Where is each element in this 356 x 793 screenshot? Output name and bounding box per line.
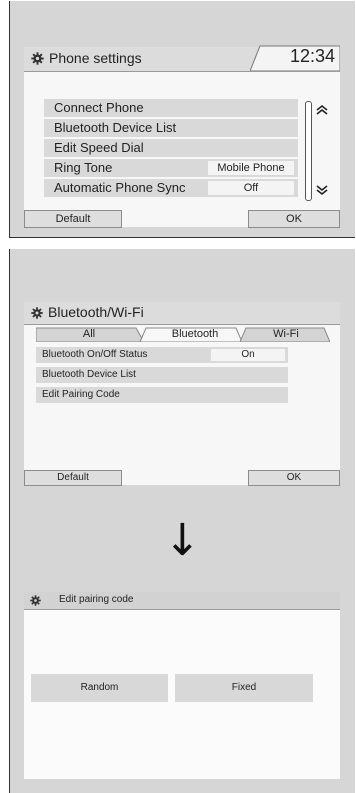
menu-item-label: Edit Pairing Code [42, 389, 120, 400]
bluetooth-wifi-screen: Bluetooth/Wi-Fi All Bluetooth Wi-Fi Blue… [24, 302, 340, 486]
menu-item-edit-pairing-code[interactable]: Edit Pairing Code [36, 387, 288, 403]
bluetooth-panel: Bluetooth/Wi-Fi All Bluetooth Wi-Fi Blue… [9, 249, 355, 793]
ok-button[interactable]: OK [248, 210, 340, 228]
menu-item-bluetooth-device-list[interactable]: Bluetooth Device List [36, 367, 288, 383]
edit-pairing-code-screen: Edit pairing code Random Fixed [24, 592, 340, 779]
page-title: Bluetooth/Wi-Fi [48, 304, 144, 320]
page-title: Edit pairing code [59, 594, 134, 605]
clock: 12:34 [289, 46, 335, 66]
menu-item-label: Bluetooth Device List [54, 120, 177, 135]
down-arrow-icon: ↓ [164, 515, 201, 566]
gear-icon [31, 52, 44, 65]
edit-pairing-titlebar: Edit pairing code [24, 592, 340, 610]
tab-bar: All Bluetooth Wi-Fi [36, 327, 330, 342]
tab-all[interactable]: All [66, 328, 112, 340]
menu-item-bluetooth-device-list[interactable]: Bluetooth Device List [44, 119, 298, 137]
ring-tone-value: Mobile Phone [208, 161, 294, 175]
menu-item-bluetooth-status[interactable]: Bluetooth On/Off Status On [36, 347, 288, 363]
fixed-button[interactable]: Fixed [175, 674, 313, 702]
default-button[interactable]: Default [24, 470, 122, 486]
menu-item-label: Bluetooth Device List [42, 369, 136, 380]
ok-button[interactable]: OK [248, 470, 340, 486]
phone-settings-titlebar: Phone settings 12:34 [24, 45, 340, 72]
menu-item-label: Connect Phone [54, 100, 144, 115]
menu-item-label: Bluetooth On/Off Status [42, 349, 148, 360]
menu-item-ring-tone[interactable]: Ring Tone Mobile Phone [44, 159, 298, 177]
scrollbar[interactable] [305, 101, 312, 201]
phone-sync-value: Off [208, 181, 294, 195]
random-button[interactable]: Random [31, 674, 168, 702]
gear-icon [30, 595, 41, 606]
phone-settings-screen: Phone settings 12:34 Connect Phone Bluet… [24, 45, 340, 228]
menu-item-label: Ring Tone [54, 160, 113, 175]
tab-wifi[interactable]: Wi-Fi [258, 328, 314, 340]
double-chevron-down-icon[interactable] [316, 184, 328, 196]
menu-item-connect-phone[interactable]: Connect Phone [44, 99, 298, 117]
gear-icon [31, 307, 43, 319]
page-title: Phone settings [49, 50, 142, 66]
menu-item-label: Edit Speed Dial [54, 140, 144, 155]
bluetooth-wifi-titlebar: Bluetooth/Wi-Fi [24, 302, 340, 325]
double-chevron-up-icon[interactable] [316, 104, 328, 116]
phone-settings-panel: Phone settings 12:34 Connect Phone Bluet… [9, 1, 355, 238]
menu-item-label: Automatic Phone Sync [54, 180, 186, 195]
menu-item-automatic-phone-sync[interactable]: Automatic Phone Sync Off [44, 179, 298, 197]
tab-bluetooth[interactable]: Bluetooth [160, 328, 230, 340]
menu-item-edit-speed-dial[interactable]: Edit Speed Dial [44, 139, 298, 157]
bluetooth-status-value: On [211, 349, 285, 361]
default-button[interactable]: Default [24, 210, 122, 228]
